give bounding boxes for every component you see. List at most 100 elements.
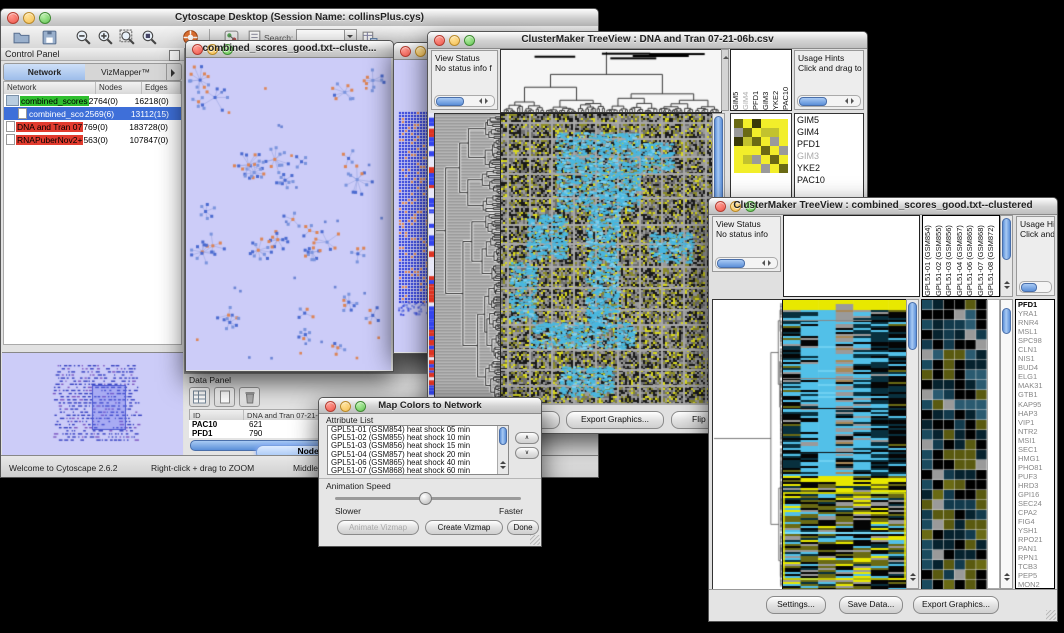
tv2-gene-spc98[interactable]: SPC98	[1016, 336, 1054, 345]
close-button[interactable]	[400, 46, 411, 57]
tv2-gene-mon2[interactable]: MON2	[1016, 580, 1054, 589]
animate-vizmap-button[interactable]: Animate Vizmap	[337, 520, 419, 535]
net1-titlebar[interactable]: combined_scores_good.txt--cluste...	[186, 41, 393, 58]
zoom-selected-icon[interactable]	[141, 29, 158, 46]
tv2-labels-scrollbar[interactable]	[1000, 215, 1013, 297]
tv2-gene-pho81[interactable]: PHO81	[1016, 463, 1054, 472]
tv2-gene-ntr2[interactable]: NTR2	[1016, 427, 1054, 436]
tv2-gene-nis1[interactable]: NIS1	[1016, 354, 1054, 363]
create-vizmap-button[interactable]: Create Vizmap	[425, 520, 503, 535]
usage-hints-label: Usage Hints	[798, 53, 863, 63]
network-nodes-count: 2764(0)	[89, 96, 135, 106]
tv2-gene-bud4[interactable]: BUD4	[1016, 363, 1054, 372]
tv1-gene-gim4[interactable]: GIM4	[795, 126, 863, 138]
tv2-heatmap[interactable]	[782, 299, 907, 591]
usage-hints-scrollbar[interactable]	[1019, 281, 1052, 293]
select-attributes-icon[interactable]	[189, 387, 210, 407]
tv2-gene-rpo21[interactable]: RPO21	[1016, 535, 1054, 544]
tv2-zoom-heatmap[interactable]	[921, 299, 988, 591]
resize-grip[interactable]	[530, 535, 540, 545]
tab-vizmapper[interactable]: VizMapper™	[85, 64, 166, 80]
attribute-item-gpl51-07[interactable]: GPL51-07 (GSM868) heat shock 60 min	[328, 467, 508, 475]
tv2-gene-pan1[interactable]: PAN1	[1016, 544, 1054, 553]
tv2-gene-vip1[interactable]: VIP1	[1016, 418, 1054, 427]
tv2-gene-sec24[interactable]: SEC24	[1016, 499, 1054, 508]
tv2-gene-hmg1[interactable]: HMG1	[1016, 454, 1054, 463]
tv2-gene-elg1[interactable]: ELG1	[1016, 372, 1054, 381]
tv2-gene-pfd1[interactable]: PFD1	[1016, 300, 1054, 309]
tv2-gene-tcb3[interactable]: TCB3	[1016, 562, 1054, 571]
tv1-col-label-pfd1: PFD1	[751, 50, 761, 110]
tv2-gene-sec1[interactable]: SEC1	[1016, 445, 1054, 454]
tv2-gene-hrd3[interactable]: HRD3	[1016, 481, 1054, 490]
delete-attribute-icon[interactable]	[239, 387, 260, 407]
network-row-dna-and-tran-07[interactable]: DNA and Tran 07769(0)183728(0)	[4, 120, 181, 133]
tv2-gene-rnr4[interactable]: RNR4	[1016, 318, 1054, 327]
tv2-gene-puf3[interactable]: PUF3	[1016, 472, 1054, 481]
tv2-heatmap-scrollbar[interactable]	[906, 299, 919, 589]
network-overview-canvas[interactable]	[2, 353, 181, 454]
tv1-gene-pfd1[interactable]: PFD1	[795, 138, 863, 150]
tv2-gene-gtb1[interactable]: GTB1	[1016, 390, 1054, 399]
done-button[interactable]: Done	[507, 520, 539, 535]
tv2-gene-msi1[interactable]: MSI1	[1016, 436, 1054, 445]
network-row-combined-sco[interactable]: combined_sco2569(6)13112(15)	[4, 107, 181, 120]
tv1-gene-pac10[interactable]: PAC10	[795, 174, 863, 186]
tv2-gene-ysh1[interactable]: YSH1	[1016, 526, 1054, 535]
tv2-gene-cpa2[interactable]: CPA2	[1016, 508, 1054, 517]
move-attribute-up-button[interactable]: ∧	[515, 432, 539, 444]
network-table-header: Network Nodes Edges	[3, 81, 182, 95]
network-nodes-count: 563(0)	[83, 135, 129, 145]
network-row-combined-scores[interactable]: combined_scores2764(0)16218(0)	[4, 94, 181, 107]
tv2-row-dendrogram[interactable]	[712, 299, 783, 591]
tv1-gene-gim3[interactable]: GIM3	[795, 150, 863, 162]
tv1-titlebar[interactable]: ClusterMaker TreeView : DNA and Tran 07-…	[428, 32, 867, 49]
main-titlebar[interactable]: Cytoscape Desktop (Session Name: collins…	[1, 9, 598, 27]
minimize-button[interactable]	[415, 46, 426, 57]
tv2-column-dendrogram-area[interactable]	[783, 215, 920, 297]
tv2-gene-gpi16[interactable]: GPI16	[1016, 490, 1054, 499]
network-canvas[interactable]	[186, 58, 391, 370]
network-row-rnapubernov2[interactable]: RNAPuberNov2+563(0)107847(0)	[4, 133, 181, 146]
tab-overflow-arrow[interactable]	[166, 64, 181, 80]
settings-button[interactable]: Settings...	[766, 596, 826, 614]
export-graphics-button[interactable]: Export Graphics...	[566, 411, 664, 429]
zoom-out-icon[interactable]	[75, 29, 92, 46]
tv1-gene-yke2[interactable]: YKE2	[795, 162, 863, 174]
tv2-gene-hap3[interactable]: HAP3	[1016, 409, 1054, 418]
save-icon[interactable]	[41, 29, 58, 46]
save-data-button[interactable]: Save Data...	[839, 596, 903, 614]
animation-speed-slider-thumb[interactable]	[419, 492, 432, 505]
dialog-titlebar[interactable]: Map Colors to Network	[319, 398, 541, 414]
tv1-correlation-matrix[interactable]	[734, 119, 788, 173]
zoom-fit-icon[interactable]	[119, 29, 136, 46]
view-status-scrollbar[interactable]	[434, 95, 495, 107]
tv2-gene-rpn1[interactable]: RPN1	[1016, 553, 1054, 562]
view-status-scrollbar[interactable]	[715, 257, 778, 269]
tv2-gene-yra1[interactable]: YRA1	[1016, 309, 1054, 318]
zoom-in-icon[interactable]	[97, 29, 114, 46]
tv1-heatmap[interactable]	[500, 113, 713, 406]
move-attribute-down-button[interactable]: ∨	[515, 447, 539, 459]
tv1-column-dendrogram[interactable]	[500, 49, 722, 113]
tv1-gene-gim5[interactable]: GIM5	[795, 114, 863, 126]
matrix-cell	[734, 128, 743, 137]
usage-hints-scrollbar[interactable]	[797, 95, 861, 107]
open-file-icon[interactable]	[13, 29, 30, 46]
tv2-titlebar[interactable]: ClusterMaker TreeView : combined_scores_…	[709, 198, 1057, 215]
attribute-list-scrollbar[interactable]	[497, 426, 508, 474]
tv2-gene-cln1[interactable]: CLN1	[1016, 345, 1054, 354]
network-overview-panel[interactable]	[2, 352, 183, 456]
tv2-gene-pep5[interactable]: PEP5	[1016, 571, 1054, 580]
tv2-gene-fig4[interactable]: FIG4	[1016, 517, 1054, 526]
tv1-row-dendrogram[interactable]	[434, 113, 501, 406]
tv2-gene-mak31[interactable]: MAK31	[1016, 381, 1054, 390]
tv2-genelist-scrollbar[interactable]	[1000, 299, 1013, 589]
tv2-gene-kap95[interactable]: KAP95	[1016, 400, 1054, 409]
tv2-gene-msl1[interactable]: MSL1	[1016, 327, 1054, 336]
new-attribute-icon[interactable]	[214, 387, 235, 407]
float-panel-icon[interactable]	[169, 50, 180, 61]
tab-network[interactable]: Network	[4, 64, 85, 80]
resize-grip[interactable]	[1046, 610, 1056, 620]
export-graphics-button[interactable]: Export Graphics...	[913, 596, 999, 614]
